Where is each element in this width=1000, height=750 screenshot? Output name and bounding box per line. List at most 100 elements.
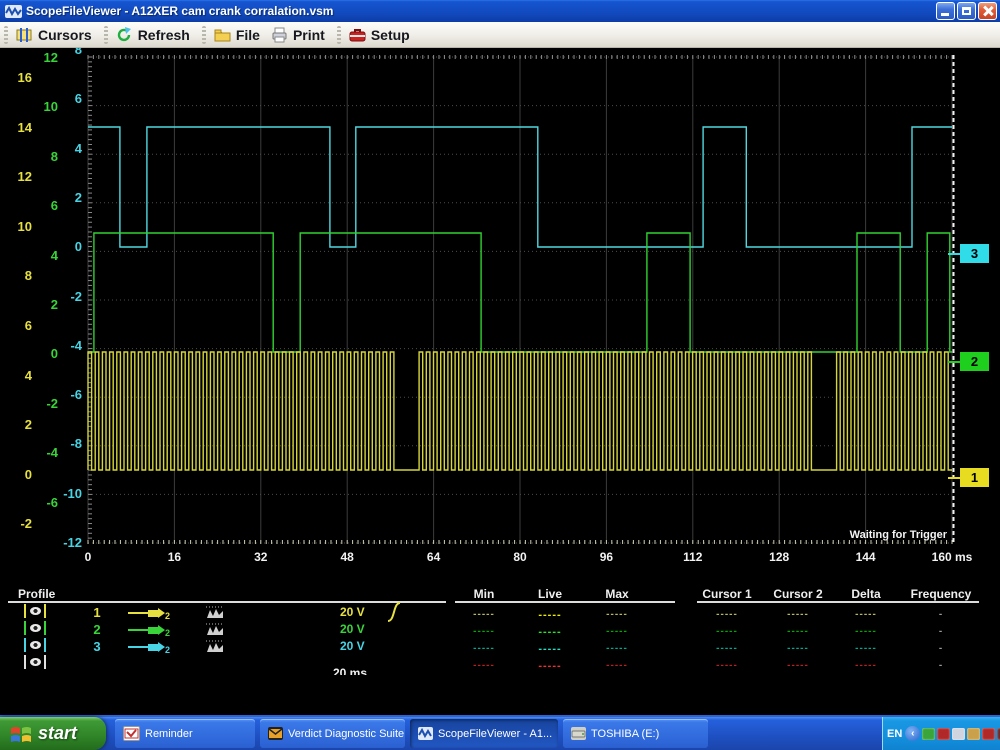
taskbar-item-scopefileviewer[interactable]: ScopeFileViewer - A1... xyxy=(410,719,558,748)
frequency-placeholder-value: - xyxy=(916,643,966,654)
x-axis-tick-label: 64 xyxy=(402,550,466,564)
setup-button[interactable]: Setup xyxy=(346,25,418,45)
network-activity-icon[interactable] xyxy=(952,728,965,740)
y-axis-tick-label: 8 xyxy=(32,149,58,164)
measurement-placeholder-value: ----- xyxy=(525,609,575,621)
x-axis-tick-label: 144 xyxy=(834,550,898,564)
message-alert-icon[interactable] xyxy=(967,728,980,740)
channel-marker-2[interactable]: 2 xyxy=(960,352,989,371)
measurement-placeholder-value: ----- xyxy=(773,643,823,654)
channel-visibility-eye-icon[interactable] xyxy=(24,621,46,635)
measurement-placeholder-value: ----- xyxy=(459,660,509,671)
verdict-suite-icon xyxy=(268,727,283,740)
restore-button[interactable] xyxy=(957,2,976,20)
windows-logo-icon xyxy=(10,724,32,744)
measurement-placeholder-value: ----- xyxy=(459,626,509,637)
eye-icon xyxy=(30,658,41,666)
measurement-placeholder-value: ----- xyxy=(841,626,891,637)
scopefileviewer-icon xyxy=(418,727,433,740)
measurement-placeholder-value: ----- xyxy=(525,643,575,655)
profile-header: Profile xyxy=(18,587,55,601)
language-toolbar-icon[interactable]: ‹ xyxy=(905,726,920,741)
disconnected-device-icon[interactable] xyxy=(937,728,950,740)
y-axis-tick-label: -10 xyxy=(56,486,82,501)
refresh-icon xyxy=(116,27,133,43)
taskbar-item-label: TOSHIBA (E:) xyxy=(591,728,659,740)
taskbar-item-reminder[interactable]: Reminder xyxy=(115,719,255,748)
measurement-placeholder-value: ----- xyxy=(459,643,509,654)
y-axis-tick-label: 6 xyxy=(6,318,32,333)
refresh-button-label: Refresh xyxy=(138,27,190,43)
probe-connection-icon[interactable]: 2 xyxy=(128,606,170,620)
channel-number-label: 3 xyxy=(90,639,104,654)
y-axis-tick-label: 2 xyxy=(32,297,58,312)
print-button-label: Print xyxy=(293,27,325,43)
y-axis-tick-label: 4 xyxy=(56,141,82,156)
channel-marker-3[interactable]: 3 xyxy=(960,244,989,263)
taskbar-item-label: Reminder xyxy=(145,728,193,740)
print-button[interactable]: Print xyxy=(268,25,333,45)
cursor-column-header: Cursor 1 xyxy=(702,587,751,601)
channel-visibility-eye-icon[interactable] xyxy=(24,638,46,652)
cursors-button-label: Cursors xyxy=(38,27,92,43)
probe-connection-icon[interactable]: 2 xyxy=(128,623,170,637)
measurement-placeholder-value: ----- xyxy=(459,609,509,620)
y-axis-tick-label: -6 xyxy=(32,495,58,510)
measurement-placeholder-value: ----- xyxy=(702,609,752,620)
measurements-panel: Profile 1220 V2220 V3220 V 20 ms MinLive… xyxy=(0,585,1000,675)
divider xyxy=(8,601,446,603)
trigger-status-text: Waiting for Trigger xyxy=(850,529,947,541)
taskbar-item-toshiba-drive[interactable]: TOSHIBA (E:) xyxy=(563,719,708,748)
cursors-icon xyxy=(16,27,33,43)
y-axis-tick-label: 10 xyxy=(6,219,32,234)
x-axis-tick-label: 112 xyxy=(661,550,725,564)
taskbar-item-verdict-diagnostic-suite[interactable]: Verdict Diagnostic Suite xyxy=(260,719,405,748)
antivirus-shield-icon[interactable] xyxy=(922,728,935,740)
voltage-range-label: 20 V xyxy=(340,605,365,619)
toolbar-grip xyxy=(337,26,341,44)
refresh-button[interactable]: Refresh xyxy=(113,25,198,45)
measurement-placeholder-value: ----- xyxy=(773,660,823,671)
y-axis-tick-label: -8 xyxy=(56,436,82,451)
y-axis-tick-label: -2 xyxy=(32,396,58,411)
title-bar: ScopeFileViewer - A12XER cam crank corra… xyxy=(0,0,1000,22)
blocked-device-icon[interactable] xyxy=(982,728,995,740)
probe-connection-icon[interactable]: 2 xyxy=(128,640,170,654)
y-axis-tick-label: -2 xyxy=(56,289,82,304)
voltage-range-label: 20 V xyxy=(340,639,365,653)
x-axis-tick-label: 32 xyxy=(229,550,293,564)
scope-display: 1614121086420-2121086420-2-4-686420-2-4-… xyxy=(0,48,1000,585)
y-axis-tick-label: 8 xyxy=(6,268,32,283)
eye-icon xyxy=(30,607,41,615)
frequency-placeholder-value: - xyxy=(916,660,966,671)
y-axis-tick-label: 0 xyxy=(56,239,82,254)
x-axis-tick-label: 96 xyxy=(574,550,638,564)
trigger-slope-icon[interactable] xyxy=(386,601,402,628)
file-folder-icon xyxy=(214,27,231,43)
minimize-button[interactable] xyxy=(936,2,955,20)
file-button[interactable]: File xyxy=(211,25,268,45)
system-tray: EN ‹ 15:22 xyxy=(882,717,1000,750)
window-title: ScopeFileViewer - A12XER cam crank corra… xyxy=(26,4,936,18)
close-button[interactable] xyxy=(978,2,997,20)
channel-marker-line xyxy=(948,361,960,363)
tray-icons xyxy=(922,728,1000,740)
histogram-icon[interactable] xyxy=(205,639,225,658)
y-axis-tick-label: 12 xyxy=(6,169,32,184)
measurement-placeholder-value: ----- xyxy=(592,626,642,637)
file-button-label: File xyxy=(236,27,260,43)
channel-marker-1[interactable]: 1 xyxy=(960,468,989,487)
y-axis-tick-label: 8 xyxy=(56,48,82,57)
y-axis-tick-label: 2 xyxy=(6,417,32,432)
language-indicator[interactable]: EN xyxy=(887,728,902,740)
eye-icon xyxy=(30,641,41,649)
taskbar-item-label: ScopeFileViewer - A1... xyxy=(438,728,552,740)
measurement-placeholder-value: ----- xyxy=(702,660,752,671)
frequency-placeholder-value: - xyxy=(916,609,966,620)
cursors-button[interactable]: Cursors xyxy=(13,25,100,45)
start-button[interactable]: start xyxy=(0,717,106,750)
channel-visibility-eye-icon[interactable] xyxy=(24,604,46,618)
channel-visibility-eye-icon[interactable] xyxy=(24,655,46,669)
voltage-range-label: 20 V xyxy=(340,622,365,636)
measurement-placeholder-value: ----- xyxy=(592,660,642,671)
